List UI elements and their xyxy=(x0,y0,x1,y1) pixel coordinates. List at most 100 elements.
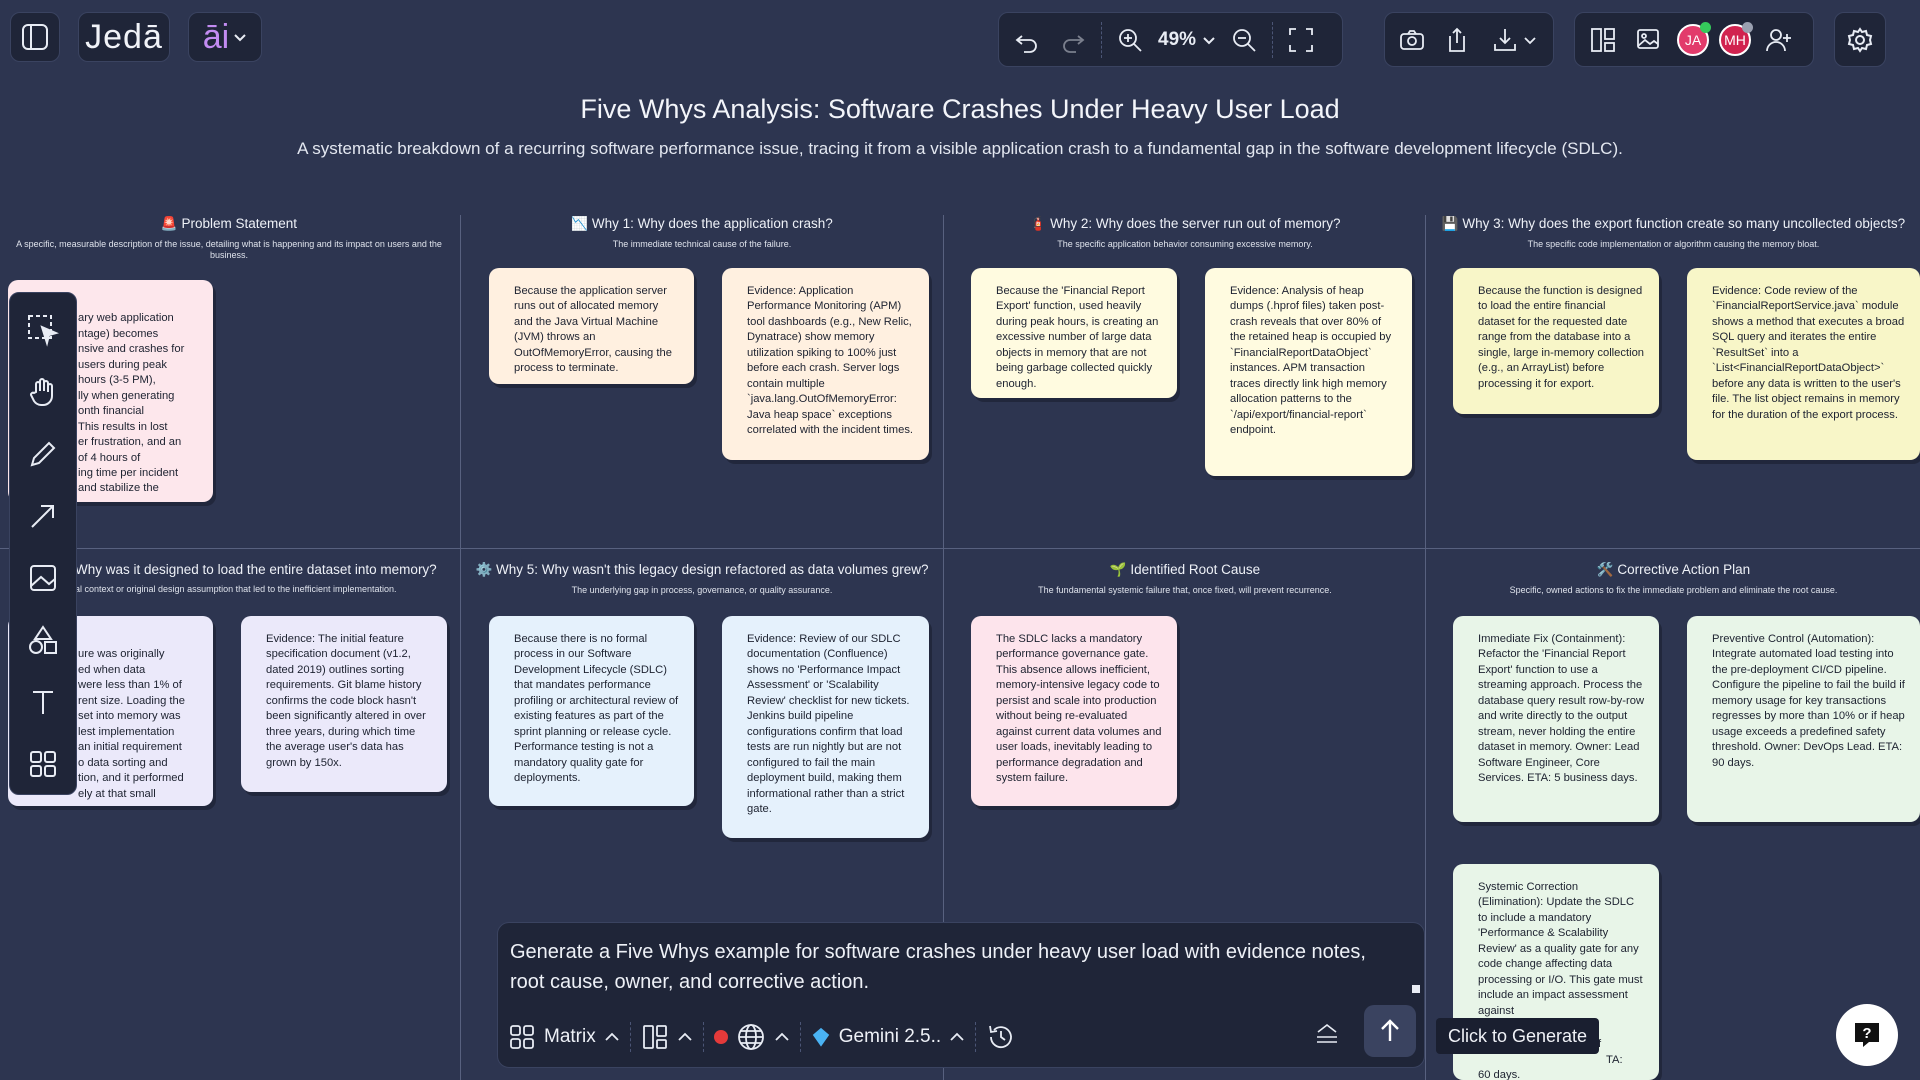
chevron-up-icon xyxy=(678,1032,692,1041)
zoom-level-dropdown[interactable]: 49% xyxy=(1158,29,1216,51)
generate-tooltip: Click to Generate xyxy=(1436,1018,1600,1054)
column-title: Why 2: Why does the server run out of me… xyxy=(1050,216,1341,231)
collapse-button[interactable] xyxy=(1314,1020,1340,1051)
grid-icon xyxy=(30,751,56,777)
online-status-dot xyxy=(1700,21,1711,33)
globe-icon xyxy=(737,1024,764,1050)
root-cause-card[interactable]: The SDLC lacks a mandatory performance g… xyxy=(971,616,1177,806)
templates-tool[interactable] xyxy=(20,741,66,787)
why5-evidence-card[interactable]: Evidence: Review of our SDLC documentati… xyxy=(722,616,929,838)
column-description: The specific application behavior consum… xyxy=(1057,239,1313,249)
gear-icon: ⚙️ xyxy=(475,562,493,577)
text-tool[interactable] xyxy=(20,679,66,725)
avatar[interactable]: JA xyxy=(1677,21,1711,56)
chevron-down-icon xyxy=(234,34,246,42)
help-button[interactable]: ? xyxy=(1836,1004,1898,1066)
model-selector-dropdown[interactable]: Gemini 2.5.. xyxy=(811,1026,965,1048)
column-title: Why 3: Why does the export function crea… xyxy=(1462,216,1906,231)
divider xyxy=(975,1022,977,1052)
chevron-down-icon xyxy=(1524,36,1536,44)
chevron-up-icon xyxy=(950,1032,964,1041)
gemini-gem-icon xyxy=(812,1027,829,1047)
divider xyxy=(1272,21,1274,58)
action-containment-card[interactable]: Immediate Fix (Containment): Refactor th… xyxy=(1453,616,1659,822)
divider xyxy=(799,1022,801,1052)
column-title: Problem Statement xyxy=(181,216,298,231)
seedling-icon: 🌱 xyxy=(1109,562,1127,577)
column-description: A specific, measurable description of th… xyxy=(16,239,442,261)
fit-to-screen-icon[interactable] xyxy=(1283,22,1319,58)
camera-icon[interactable] xyxy=(1395,22,1430,58)
column-header-why4: Why was it designed to load the entire d… xyxy=(75,562,445,595)
why5-cause-card[interactable]: Because there is no formal process in ou… xyxy=(489,616,694,806)
shapes-tool[interactable] xyxy=(20,617,66,663)
zoom-in-icon[interactable] xyxy=(1112,22,1148,58)
zoom-level: 49% xyxy=(1158,28,1197,50)
download-icon[interactable] xyxy=(1485,22,1543,58)
hand-icon xyxy=(30,378,53,406)
matrix-icon xyxy=(510,1025,534,1049)
row-divider xyxy=(0,548,1920,549)
why3-evidence-card[interactable]: Evidence: Code review of the `FinancialR… xyxy=(1687,268,1920,460)
gear-icon xyxy=(1847,26,1873,53)
why1-cause-card[interactable]: Because the application server runs out … xyxy=(489,268,694,384)
column-title: Why 5: Why wasn't this legacy design ref… xyxy=(496,562,929,577)
column-header-action-plan: 🛠️ Corrective Action Plan Specific, owne… xyxy=(1427,562,1920,596)
why2-evidence-card[interactable]: Evidence: Analysis of heap dumps (.hprof… xyxy=(1205,268,1412,476)
panel-layout-dropdown[interactable] xyxy=(641,1023,693,1051)
column-description: Specific, owned actions to fix the immed… xyxy=(1509,585,1838,595)
collapse-up-icon xyxy=(1317,1023,1337,1043)
help-chat-icon: ? xyxy=(1855,1023,1879,1047)
column-description: The underlying gap in process, governanc… xyxy=(571,585,833,595)
why2-cause-card[interactable]: Because the 'Financial Report Export' fu… xyxy=(971,268,1177,398)
share-upload-icon[interactable] xyxy=(1440,22,1475,58)
ai-logo: āi xyxy=(202,17,230,56)
pan-tool[interactable] xyxy=(20,369,66,415)
prompt-toolbar: Matrix Gemini 2.5.. xyxy=(508,1015,1414,1059)
select-cursor-icon xyxy=(28,315,59,347)
sidebar-toggle-button[interactable] xyxy=(10,12,60,62)
zoom-out-icon[interactable] xyxy=(1226,22,1262,58)
image-edit-icon[interactable] xyxy=(1631,22,1667,58)
undo-icon[interactable] xyxy=(1009,22,1045,58)
column-header-why1: 📉 Why 1: Why does the application crash?… xyxy=(462,216,942,250)
prompt-input[interactable]: Generate a Five Whys example for softwar… xyxy=(510,937,1390,997)
divider xyxy=(629,1022,631,1052)
divider xyxy=(702,1022,704,1052)
extinguisher-icon: 🧯 xyxy=(1029,216,1047,231)
image-tool[interactable] xyxy=(20,555,66,601)
drawing-toolbar xyxy=(9,292,77,795)
board-subtitle: A systematic breakdown of a recurring so… xyxy=(297,139,1623,158)
column-title: Why 1: Why does the application crash? xyxy=(591,216,833,231)
history-button[interactable] xyxy=(986,1022,1016,1052)
history-icon xyxy=(989,1025,1013,1049)
pen-tool[interactable] xyxy=(20,431,66,477)
layout-label: Matrix xyxy=(544,1026,596,1047)
redo-icon[interactable] xyxy=(1055,22,1091,58)
avatar[interactable]: MH xyxy=(1719,21,1753,56)
why1-evidence-card[interactable]: Evidence: Application Performance Monito… xyxy=(722,268,929,460)
web-search-toggle[interactable] xyxy=(713,1022,790,1052)
arrow-tool[interactable] xyxy=(20,493,66,539)
column-description: The immediate technical cause of the fai… xyxy=(612,239,792,249)
logo-button[interactable]: Jedā xyxy=(78,12,170,62)
shapes-icon xyxy=(29,625,57,654)
layout-panels-icon[interactable] xyxy=(1585,22,1621,58)
arrow-icon xyxy=(31,505,54,528)
image-icon xyxy=(30,565,56,591)
ai-menu-button[interactable]: āi xyxy=(188,12,262,62)
export-controls xyxy=(1384,12,1554,67)
text-icon xyxy=(33,691,53,714)
chevron-down-icon xyxy=(1203,36,1215,44)
why4-evidence-card[interactable]: Evidence: The initial feature specificat… xyxy=(241,616,447,792)
generate-button[interactable] xyxy=(1364,1005,1416,1057)
column-description: al context or original design assumption… xyxy=(75,584,397,594)
action-preventive-card[interactable]: Preventive Control (Automation): Integra… xyxy=(1687,616,1920,822)
settings-button[interactable] xyxy=(1834,12,1886,67)
add-user-icon[interactable] xyxy=(1761,22,1797,58)
select-tool[interactable] xyxy=(20,307,66,353)
chevron-up-icon xyxy=(605,1032,619,1041)
resize-handle[interactable] xyxy=(1410,983,1422,995)
why3-cause-card[interactable]: Because the function is designed to load… xyxy=(1453,268,1659,414)
layout-matrix-dropdown[interactable]: Matrix xyxy=(508,1023,620,1051)
